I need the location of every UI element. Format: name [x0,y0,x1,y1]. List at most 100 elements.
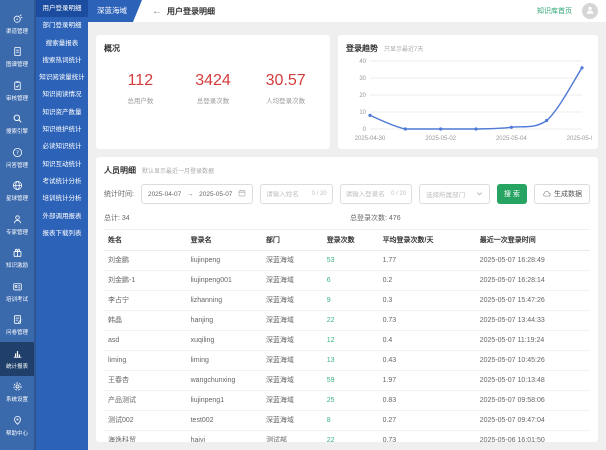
table-header-row: 姓名登录名部门登录次数平均登录次数/天最近一次登录时间 [104,230,590,251]
sidebar-item-label: 知识激励 [6,261,28,269]
subnav-item-knowledge-read-volume[interactable]: 知识阅读量统计 [36,69,88,86]
svg-text:2025-05-04: 2025-05-04 [496,136,527,142]
table-cell: 刘金鹏-1 [104,271,187,291]
date-range-picker[interactable]: 2025-04-07 → 2025-05-07 [141,184,253,204]
main-area: 深蓝海域 ← 用户登录明细 知识库首页 概况 112总用户数3424总登录次数3… [88,0,606,450]
subnav-item-training-stats[interactable]: 培训统计分析 [36,190,88,207]
subnav-item-search-volume-report[interactable]: 搜索量报表 [36,35,88,52]
table-cell: 0.73 [379,311,476,331]
svg-text:10: 10 [359,110,366,116]
table-cell: haiyi [187,431,262,443]
idcard-icon [12,281,23,292]
dept-select-placeholder: 选择所属部门 [426,189,465,199]
login-count-link[interactable]: 22 [323,311,379,331]
sidebar-item-settings[interactable]: 系统设置 [0,376,34,410]
column-header: 平均登录次数/天 [379,230,476,251]
sidebar-item-incentive[interactable]: 知识激励 [0,242,34,276]
table-cell: 韩晶 [104,311,187,331]
table-cell: 深蓝海域 [262,391,323,411]
search-icon [12,113,23,124]
login-counter: 0 / 20 [391,191,406,197]
column-header: 部门 [262,230,323,251]
sidebar-item-audit[interactable]: 审核管理 [0,74,34,108]
subnav-item-required-knowledge-stats[interactable]: 必读知识统计 [36,138,88,155]
table-cell: 1.77 [379,251,476,271]
table-cell: hanjing [187,311,262,331]
table-cell: 2025-05-07 15:47:26 [476,291,590,311]
total-logins-count: 总登录次数: 476 [350,213,401,223]
login-count-link[interactable]: 53 [323,251,379,271]
login-count-link[interactable]: 25 [323,391,379,411]
trend-title: 登录趋势 [346,43,378,54]
login-count-link[interactable]: 59 [323,371,379,391]
svg-text:0: 0 [363,127,367,133]
user-avatar[interactable] [582,3,598,19]
table-cell: test002 [187,411,262,431]
subnav-item-search-hotword-stats[interactable]: 搜索热词统计 [36,52,88,69]
table-row: 韩晶hanjing深蓝海域220.732025-05-07 13:44:33 [104,311,590,331]
subnav-item-knowledge-maintain-stats[interactable]: 知识维护统计 [36,121,88,138]
calendar-icon [238,189,246,199]
sidebar-item-label: 系统设置 [6,395,28,403]
generate-data-button[interactable]: 生成数据 [534,184,590,204]
table-row: 王春杏wangchunxing深蓝海域591.972025-05-07 10:1… [104,371,590,391]
table-cell: wangchunxing [187,371,262,391]
sidebar-item-help[interactable]: 帮助中心 [0,409,34,443]
subnav-item-user-login-detail[interactable]: 用户登录明细 [36,0,88,17]
subnav-item-external-call-report[interactable]: 外部调用报表 [36,208,88,225]
sidebar-item-planet[interactable]: 星球管理 [0,175,34,209]
person-icon [12,214,23,225]
sidebar-item-channel[interactable]: 渠道管理 [0,7,34,41]
workspace-tab[interactable]: 深蓝海域 [88,0,142,22]
personnel-detail-card: 人员明细 默认显示最近一月登录数据 统计时间: 2025-04-07 → 202… [96,157,598,442]
login-count-link[interactable]: 8 [323,411,379,431]
kb-home-link[interactable]: 知识库首页 [537,6,572,16]
column-header: 登录次数 [323,230,379,251]
sidebar-item-training-exam[interactable]: 培训考试 [0,275,34,309]
dept-select[interactable]: 选择所属部门 [419,184,490,204]
total-logins-stat: 3424总登录次数 [177,72,250,105]
overview-title: 概况 [104,43,322,54]
sidebar-item-report[interactable]: 统计报表 [0,342,34,376]
table-cell: 2025-05-07 09:58:06 [476,391,590,411]
name-counter: 0 / 20 [312,191,327,197]
back-arrow-icon[interactable]: ← [152,6,162,17]
table-cell: 0.2 [379,271,476,291]
detail-subtitle: 默认显示最近一月登录数据 [142,166,214,175]
table-cell: liming [187,351,262,371]
login-count-link[interactable]: 13 [323,351,379,371]
sidebar-item-qa[interactable]: ?问答管理 [0,141,34,175]
table-cell: 2025-05-07 10:45:26 [476,351,590,371]
total-logins-label: 总登录次数 [177,95,250,105]
sidebar-item-survey[interactable]: 问卷管理 [0,309,34,343]
name-input[interactable] [266,191,308,198]
login-count-link[interactable]: 12 [323,331,379,351]
subnav-item-knowledge-read-status[interactable]: 知识阅读情况 [36,86,88,103]
sidebar-item-graph[interactable]: 图谱管理 [0,41,34,75]
search-button[interactable]: 搜 索 [497,184,527,204]
login-trend-card: 登录趋势 只显示最近7天 0102030402025-04-302025-05-… [338,35,598,149]
svg-text:2025-05-02: 2025-05-02 [425,136,456,142]
column-header: 登录名 [187,230,262,251]
subnav-item-exam-stats[interactable]: 考试统计分析 [36,173,88,190]
login-input[interactable] [346,191,388,198]
question-icon: ? [12,147,23,158]
svg-text:2025-04-30: 2025-04-30 [355,136,386,142]
barchart-icon [12,348,23,359]
login-count-link[interactable]: 22 [323,431,379,443]
subnav-item-dept-login-detail[interactable]: 部门登录明细 [36,17,88,34]
login-count-link[interactable]: 9 [323,291,379,311]
sidebar-item-label: 渠道管理 [6,26,28,34]
svg-text:2025-05-06: 2025-05-06 [567,136,592,142]
subnav-item-knowledge-asset-count[interactable]: 知识资产数量 [36,104,88,121]
column-header: 最近一次登录时间 [476,230,590,251]
detail-title: 人员明细 [104,165,136,176]
login-count-link[interactable]: 6 [323,271,379,291]
table-cell: 深蓝海域 [262,311,323,331]
table-cell: lizhanning [187,291,262,311]
subnav-item-knowledge-interaction-stats[interactable]: 知识互动统计 [36,156,88,173]
overview-card: 概况 112总用户数3424总登录次数30.57人均登录次数 [96,35,330,149]
sidebar-item-search-engine[interactable]: 搜索引擎 [0,108,34,142]
subnav-item-report-download-list[interactable]: 报表下载列表 [36,225,88,242]
sidebar-item-expert[interactable]: 专家管理 [0,208,34,242]
